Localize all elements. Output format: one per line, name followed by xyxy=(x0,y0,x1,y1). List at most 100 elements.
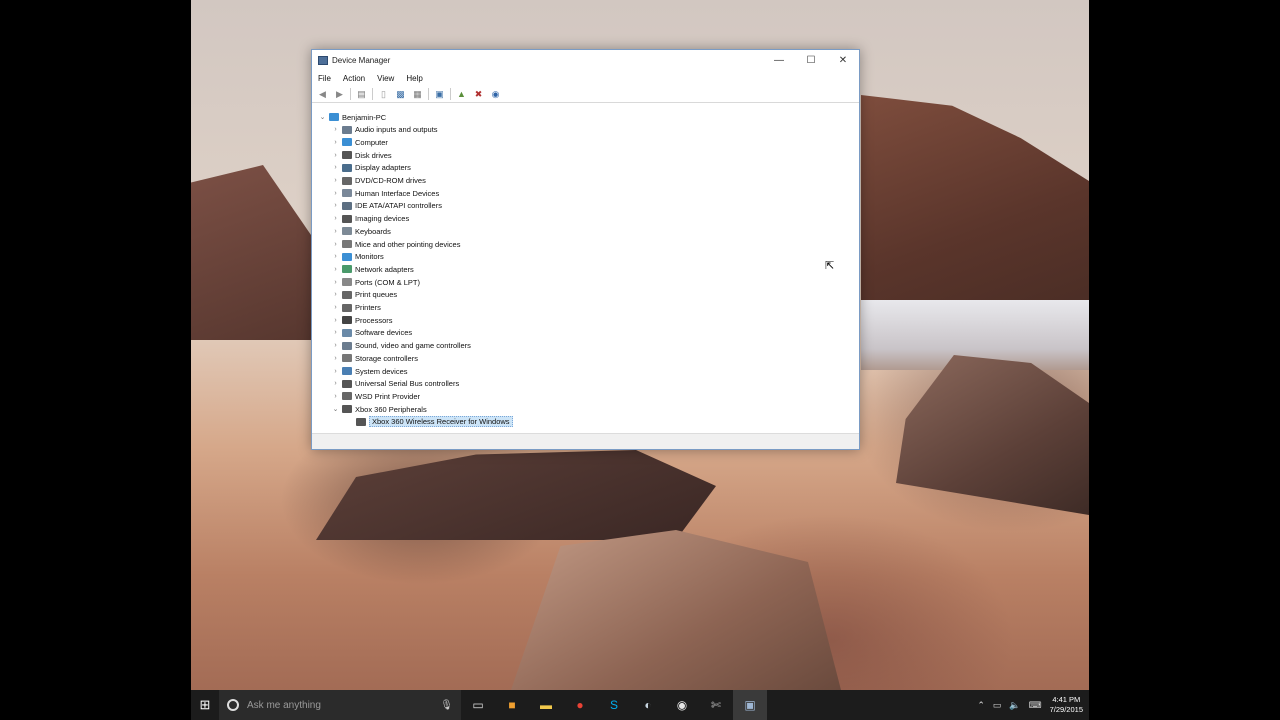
tree-category[interactable]: › Print queues xyxy=(331,289,397,301)
expand-chevron-icon[interactable]: › xyxy=(331,342,340,349)
tree-device-selected[interactable]: Xbox 360 Wireless Receiver for Windows xyxy=(354,416,513,428)
expand-chevron-icon[interactable]: › xyxy=(331,291,340,298)
globe-icon[interactable]: ◉ xyxy=(665,690,699,720)
expand-chevron-icon[interactable]: › xyxy=(331,241,340,248)
expand-chevron-icon[interactable]: › xyxy=(331,126,340,133)
expand-chevron-icon[interactable]: › xyxy=(331,202,340,209)
expand-chevron-icon[interactable]: › xyxy=(331,355,340,362)
computer-icon xyxy=(342,138,352,147)
uninstall-device-icon[interactable]: ◉ xyxy=(489,88,502,101)
menu-action[interactable]: Action xyxy=(343,74,365,83)
tree-category[interactable]: › Keyboards xyxy=(331,225,391,237)
tools-icon[interactable]: ✄ xyxy=(699,690,733,720)
network-icon[interactable]: ▭ xyxy=(993,700,1002,711)
title-bar[interactable]: Device Manager — ☐ ✕ xyxy=(312,50,859,70)
tree-category-label: DVD/CD-ROM drives xyxy=(355,176,426,185)
menu-help[interactable]: Help xyxy=(406,74,422,83)
tree-category[interactable]: › Printers xyxy=(331,302,381,314)
close-button[interactable]: ✕ xyxy=(827,50,859,70)
expand-chevron-icon[interactable]: › xyxy=(331,228,340,235)
taskbar: ⊞ Ask me anything 🎙 ▭ ■ ▬ ● S ◐ ◉ ✄ ▣ ⌃ ▭ 🔈 ⌨ 4:… xyxy=(191,690,1089,720)
tree-category[interactable]: › Human Interface Devices xyxy=(331,187,439,199)
display-adapter-icon xyxy=(342,163,352,172)
tree-category[interactable]: › Software devices xyxy=(331,327,412,339)
expand-chevron-icon[interactable]: › xyxy=(331,266,340,273)
tree-root[interactable]: ⌄ Benjamin-PC xyxy=(318,111,387,123)
search-box[interactable]: Ask me anything 🎙 xyxy=(219,690,461,720)
update-driver-icon[interactable]: ▲ xyxy=(455,88,468,101)
tree-category[interactable]: › Mice and other pointing devices xyxy=(331,238,460,250)
dvd-drive-icon xyxy=(342,176,352,185)
maximize-button[interactable]: ☐ xyxy=(795,50,827,70)
help-icon[interactable]: ▩ xyxy=(394,88,407,101)
expand-chevron-icon[interactable]: › xyxy=(331,139,340,146)
menu-file[interactable]: File xyxy=(318,74,331,83)
expand-chevron-icon[interactable]: › xyxy=(331,279,340,286)
tree-category[interactable]: › Imaging devices xyxy=(331,213,409,225)
tree-category[interactable]: › Storage controllers xyxy=(331,352,418,364)
tree-category[interactable]: › Computer xyxy=(331,136,388,148)
scan-hardware-icon[interactable]: ▣ xyxy=(433,88,446,101)
toolbar-separator xyxy=(450,88,451,100)
expand-chevron-icon[interactable]: › xyxy=(331,393,340,400)
volume-icon[interactable]: 🔈 xyxy=(1009,700,1020,711)
tree-category[interactable]: ⌄ Xbox 360 Peripherals xyxy=(331,403,427,415)
expand-chevron-icon[interactable]: › xyxy=(331,317,340,324)
disk-drive-icon xyxy=(342,151,352,160)
tree-category[interactable]: › Universal Serial Bus controllers xyxy=(331,378,459,390)
tree-category[interactable]: › Disk drives xyxy=(331,149,391,161)
expand-chevron-icon[interactable]: › xyxy=(331,329,340,336)
windows-start-icon[interactable]: ⊞ xyxy=(191,690,219,720)
expand-chevron-icon[interactable]: › xyxy=(331,368,340,375)
back-arrow-icon[interactable]: ◀ xyxy=(316,88,329,101)
expand-chevron-icon[interactable]: › xyxy=(331,152,340,159)
clock[interactable]: 4:41 PM 7/29/2015 xyxy=(1050,695,1083,715)
tree-category[interactable]: › Processors xyxy=(331,314,392,326)
view-list-icon[interactable]: ▦ xyxy=(411,88,424,101)
ide-controller-icon xyxy=(342,201,352,210)
tree-category[interactable]: › System devices xyxy=(331,365,407,377)
file-explorer-icon[interactable]: ▬ xyxy=(529,690,563,720)
properties-icon[interactable]: ▯ xyxy=(377,88,390,101)
wallpaper-cliff-left xyxy=(191,165,311,340)
disable-device-icon[interactable]: ✖ xyxy=(472,88,485,101)
tree-category[interactable]: › Monitors xyxy=(331,251,383,263)
expand-chevron-icon[interactable]: › xyxy=(331,215,340,222)
minimize-button[interactable]: — xyxy=(763,50,795,70)
steam-icon[interactable]: ◐ xyxy=(631,690,665,720)
task-view-icon[interactable]: ▭ xyxy=(461,690,495,720)
tree-category[interactable]: › DVD/CD-ROM drives xyxy=(331,175,426,187)
store-icon[interactable]: ■ xyxy=(495,690,529,720)
skype-icon[interactable]: S xyxy=(597,690,631,720)
show-hidden-icons-icon[interactable]: ⌃ xyxy=(977,700,985,711)
tree-category[interactable]: › IDE ATA/ATAPI controllers xyxy=(331,200,442,212)
cortana-icon xyxy=(227,699,239,711)
device-tree[interactable]: ⌄ Benjamin-PC › Audio inputs and outputs ›… xyxy=(314,111,857,433)
expand-chevron-icon[interactable]: › xyxy=(331,164,340,171)
clock-date: 7/29/2015 xyxy=(1049,705,1083,714)
expand-chevron-icon[interactable]: › xyxy=(331,253,340,260)
taskbar-apps: ▭ ■ ▬ ● S ◐ ◉ ✄ ▣ xyxy=(461,690,767,720)
microphone-icon[interactable]: 🎙 xyxy=(440,700,453,711)
menu-view[interactable]: View xyxy=(377,74,394,83)
chrome-icon[interactable]: ● xyxy=(563,690,597,720)
collapse-chevron-icon[interactable]: ⌄ xyxy=(318,113,327,121)
show-hide-console-tree-icon[interactable]: ▤ xyxy=(355,88,368,101)
device-manager-icon[interactable]: ▣ xyxy=(733,690,767,720)
forward-arrow-icon[interactable]: ▶ xyxy=(333,88,346,101)
tree-category[interactable]: › Ports (COM & LPT) xyxy=(331,276,420,288)
tree-category[interactable]: › WSD Print Provider xyxy=(331,390,420,402)
expand-chevron-icon[interactable]: › xyxy=(331,304,340,311)
keyboard-icon[interactable]: ⌨ xyxy=(1029,700,1042,711)
device-manager-window[interactable]: Device Manager — ☐ ✕ File Action View He… xyxy=(311,49,860,450)
tree-category[interactable]: › Network adapters xyxy=(331,263,413,275)
collapse-chevron-icon[interactable]: ⌄ xyxy=(331,405,340,413)
selected-device-label: Xbox 360 Wireless Receiver for Windows xyxy=(369,416,513,428)
tree-category[interactable]: › Sound, video and game controllers xyxy=(331,340,471,352)
tree-category[interactable]: › Audio inputs and outputs xyxy=(331,124,437,136)
tree-category[interactable]: › Display adapters xyxy=(331,162,411,174)
expand-chevron-icon[interactable]: › xyxy=(331,380,340,387)
expand-chevron-icon[interactable]: › xyxy=(331,177,340,184)
tree-category-label: Storage controllers xyxy=(355,353,418,363)
expand-chevron-icon[interactable]: › xyxy=(331,190,340,197)
